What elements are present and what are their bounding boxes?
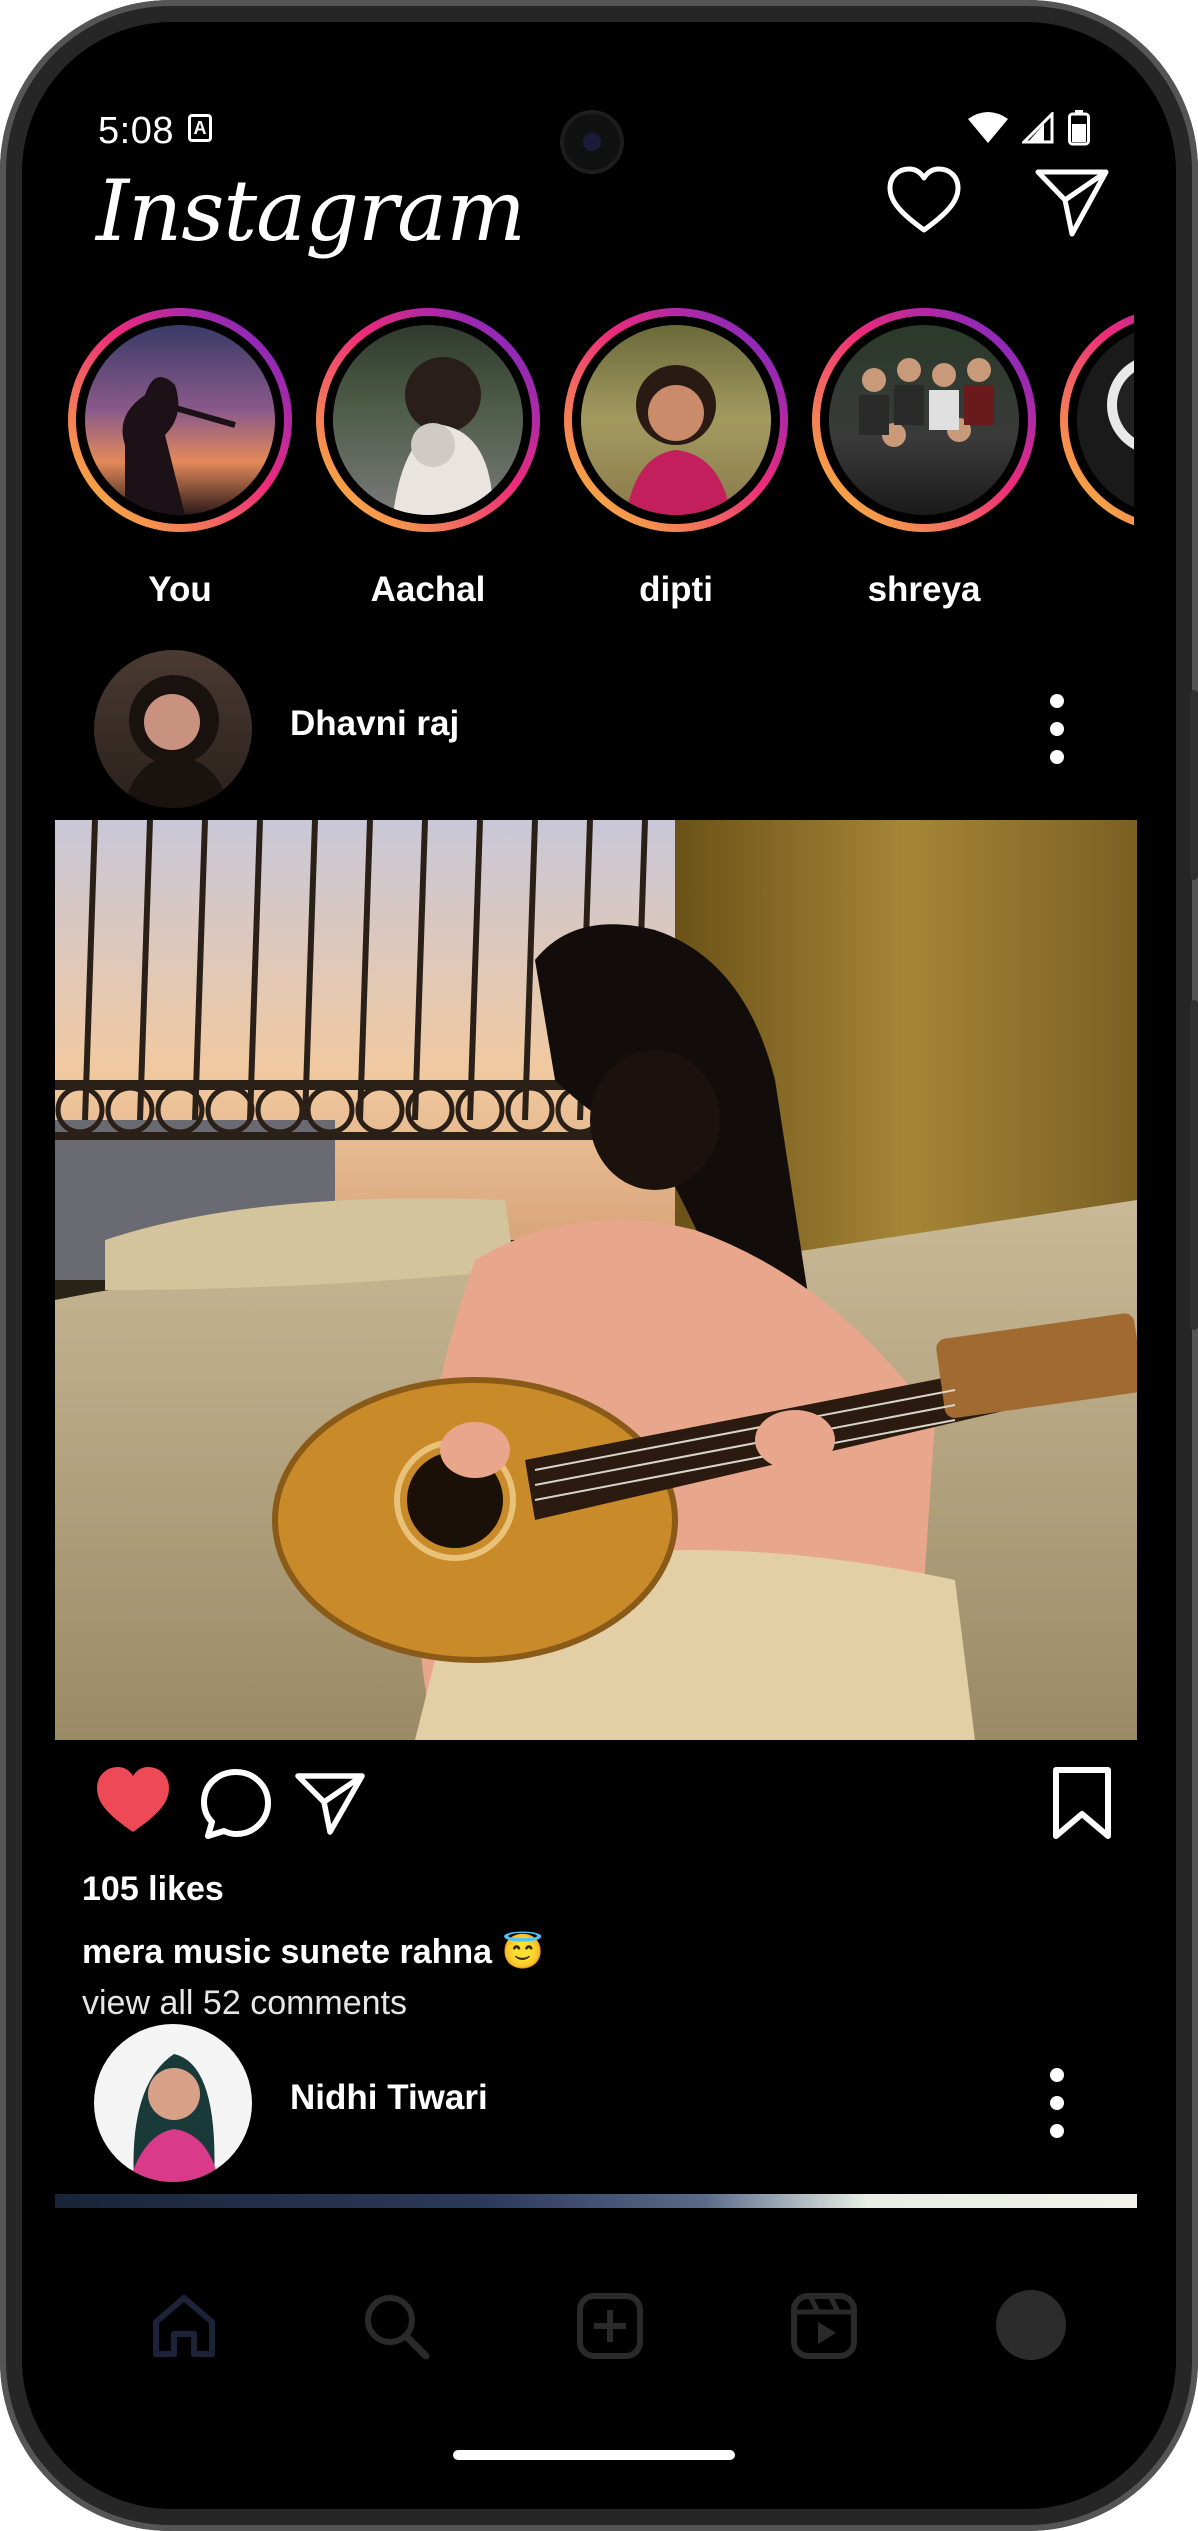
story-name: You xyxy=(148,570,212,609)
status-icons xyxy=(968,110,1090,146)
app-screen: 5:08 A Instagram You Aachal dipti shreya… xyxy=(22,22,1176,2509)
notification-icon: A xyxy=(188,114,212,142)
like-heart-icon[interactable] xyxy=(92,1762,174,1838)
more-options-icon[interactable] xyxy=(1047,694,1067,764)
stories-fade xyxy=(1134,302,1176,642)
likes-count[interactable]: 105 likes xyxy=(82,1870,224,1909)
profile-avatar[interactable] xyxy=(996,2290,1066,2360)
comment-icon[interactable] xyxy=(198,1766,274,1842)
power-button xyxy=(1190,1000,1198,1330)
next-post-image[interactable] xyxy=(55,2194,1137,2208)
post-caption: mera music sunete rahna 😇 xyxy=(82,1933,544,1971)
direct-message-icon[interactable] xyxy=(1032,162,1112,242)
reels-icon[interactable] xyxy=(788,2290,860,2362)
heart-icon[interactable] xyxy=(884,162,964,242)
story-name: dipti xyxy=(639,570,713,609)
bottom-navigation xyxy=(22,2220,1176,2509)
volume-button xyxy=(1190,690,1198,880)
story-name: Aachal xyxy=(370,570,486,609)
create-icon[interactable] xyxy=(574,2290,646,2362)
view-comments-link[interactable]: view all 52 comments xyxy=(82,1984,407,2023)
home-icon[interactable] xyxy=(148,2290,220,2362)
story-avatar xyxy=(85,325,275,515)
story-avatar xyxy=(581,325,771,515)
signal-icon xyxy=(1022,112,1054,144)
status-time: 5:08 xyxy=(98,110,174,152)
front-camera xyxy=(564,114,620,170)
instagram-logo[interactable]: Instagram xyxy=(96,162,526,260)
post-username[interactable]: Dhavni raj xyxy=(290,704,459,744)
story-name: shreya xyxy=(867,570,981,609)
post-image[interactable] xyxy=(55,820,1137,1740)
share-icon[interactable] xyxy=(294,1770,366,1836)
save-bookmark-icon[interactable] xyxy=(1050,1764,1114,1842)
wifi-icon xyxy=(968,112,1008,143)
battery-icon xyxy=(1068,110,1090,146)
post-author-avatar[interactable] xyxy=(94,650,252,808)
story-avatar xyxy=(333,325,523,515)
home-indicator[interactable] xyxy=(453,2450,735,2460)
story-avatar xyxy=(829,325,1019,515)
next-post-author-avatar[interactable] xyxy=(94,2024,252,2182)
more-options-icon[interactable] xyxy=(1047,2068,1067,2138)
search-icon[interactable] xyxy=(360,2290,432,2362)
next-post-username[interactable]: Nidhi Tiwari xyxy=(290,2078,488,2118)
